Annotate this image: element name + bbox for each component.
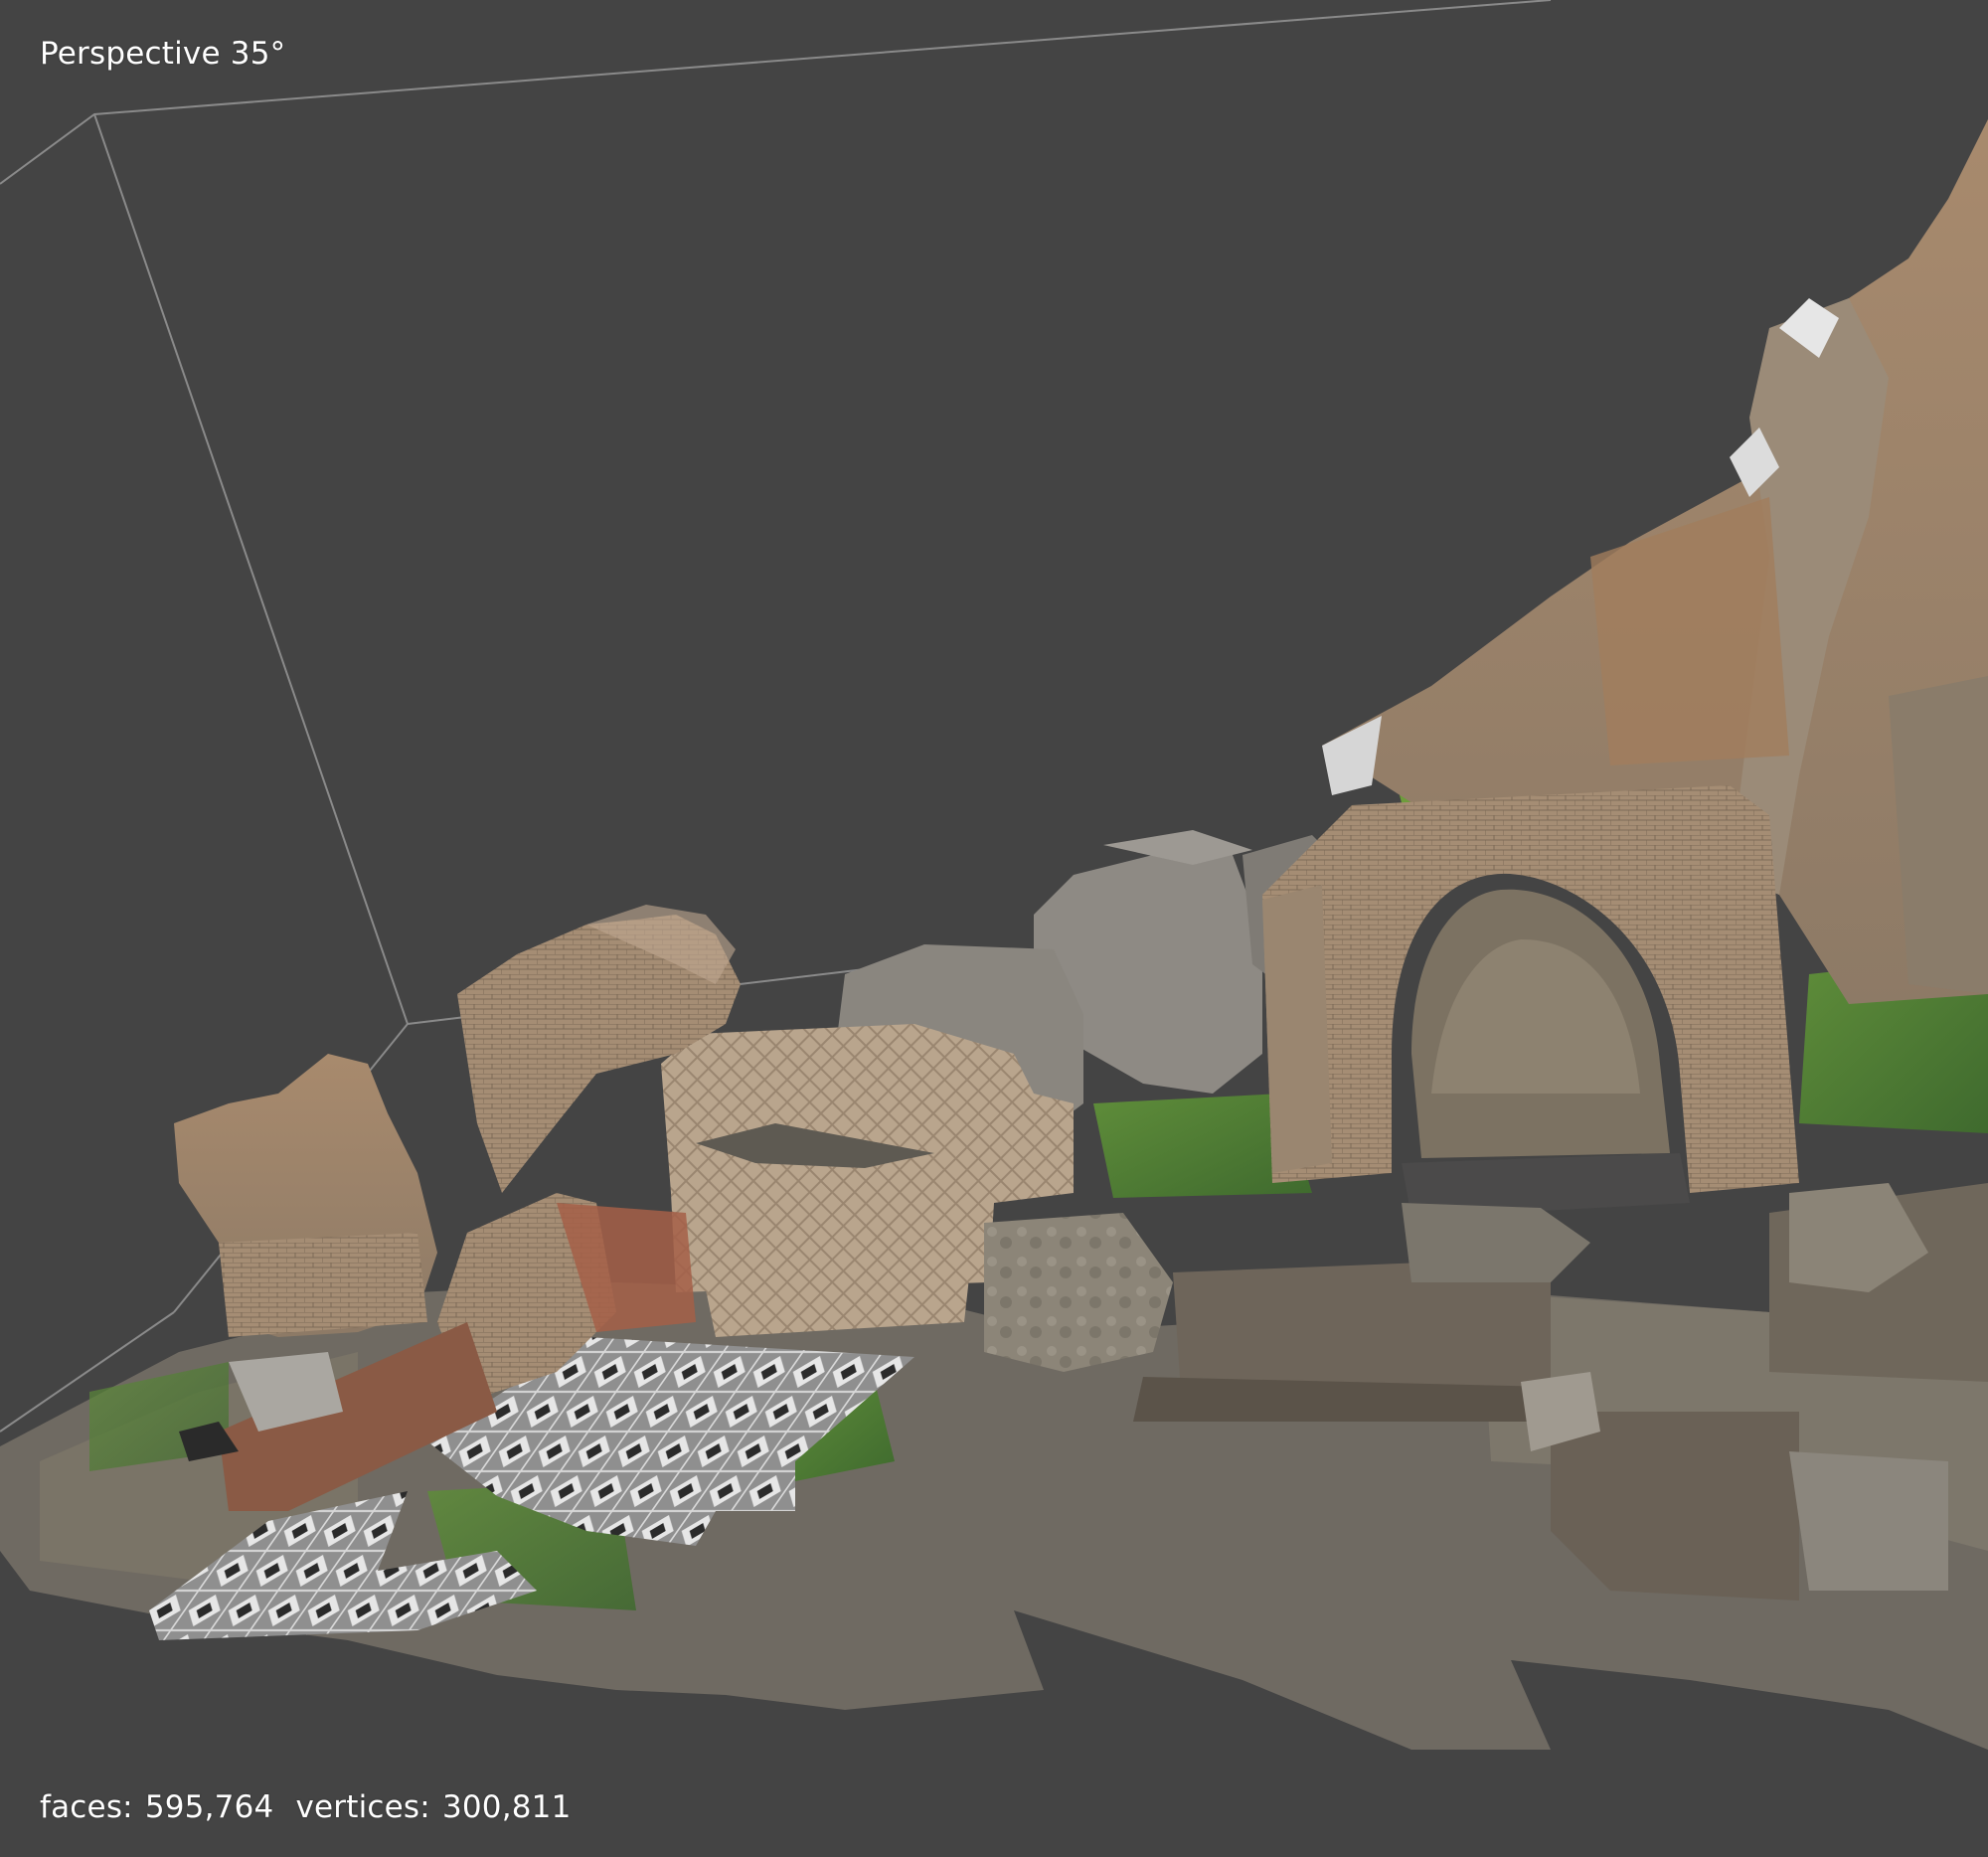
faces-value: 595,764 [144, 1789, 274, 1825]
vertices-label: vertices: [295, 1789, 430, 1825]
scene-canvas[interactable] [0, 0, 1988, 1857]
view-mode-label: Perspective 35° [40, 36, 286, 72]
mesh-stats: faces: 595,764 vertices: 300,811 [40, 1789, 583, 1825]
arched-niche [1262, 785, 1799, 1218]
faces-label: faces: [40, 1789, 133, 1825]
vertices-value: 300,811 [441, 1789, 572, 1825]
3d-viewport[interactable]: Perspective 35° faces: 595,764 vertices: 3… [0, 0, 1988, 1857]
